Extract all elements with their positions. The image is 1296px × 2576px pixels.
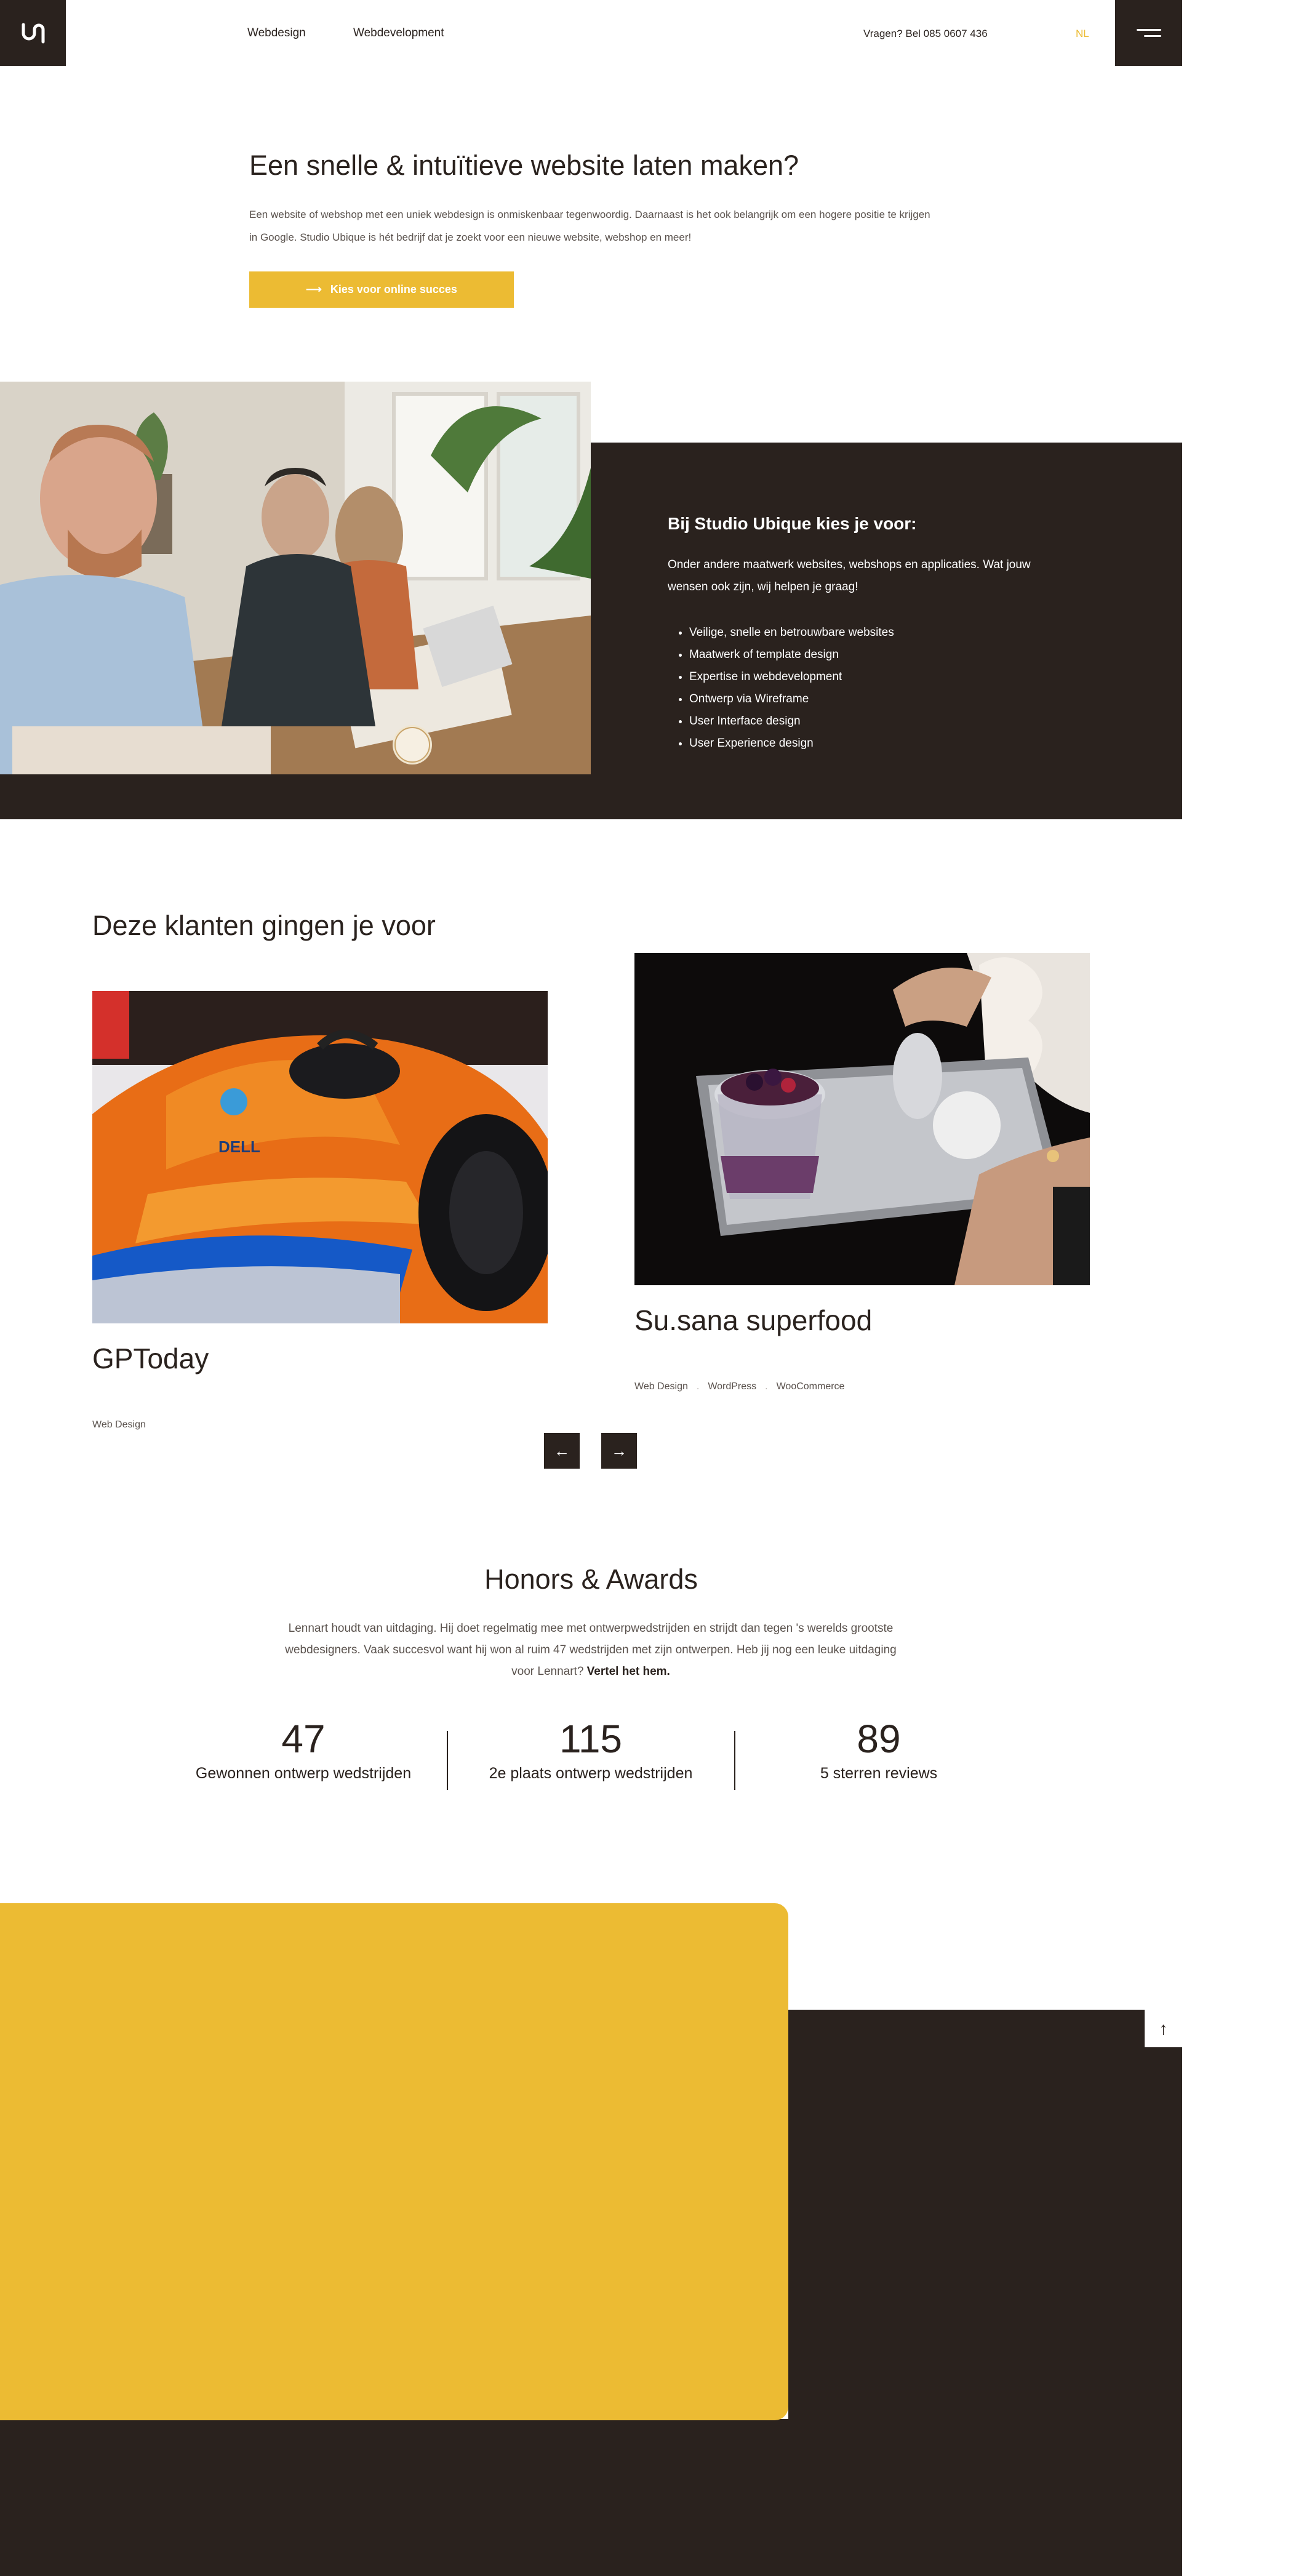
scroll-to-top-button[interactable]: ↑ — [1145, 2010, 1182, 2047]
client-tags-susana: Web Design . WordPress . WooCommerce — [634, 1381, 844, 1392]
team-photo-image — [0, 382, 591, 774]
stat-reviews: 89 5 sterren reviews — [746, 1714, 1011, 1783]
arrow-up-icon: ↑ — [1159, 2018, 1168, 2038]
stat-label: Gewonnen ontwerp wedstrijden — [195, 1765, 412, 1782]
logo[interactable] — [0, 0, 66, 66]
tag-separator: . — [696, 1381, 700, 1392]
service-item: Expertise in webdevelopment — [689, 666, 894, 688]
stat-divider — [447, 1731, 448, 1790]
footer-dark-bottom — [0, 2419, 1182, 2576]
client-name-gptoday[interactable]: GPToday — [92, 1342, 209, 1375]
tag: WordPress — [708, 1381, 757, 1392]
hero-text: Een website of webshop met een uniek web… — [249, 209, 930, 243]
cta-label: Kies voor online succes — [330, 283, 457, 295]
service-item: Veilige, snelle en betrouwbare websites — [689, 622, 894, 644]
stat-label: 2e plaats ontwerp wedstrijden — [489, 1765, 693, 1782]
arrow-right-icon: ⟶ — [306, 283, 322, 295]
stat-wins: 47 Gewonnen ontwerp wedstrijden — [171, 1714, 436, 1783]
studio-ubique-logo-icon — [22, 23, 44, 43]
nav-webdesign[interactable]: Webdesign — [247, 26, 306, 40]
carousel-prev-button[interactable]: ← — [544, 1433, 580, 1469]
services-text: Onder andere maatwerk websites, webshops… — [668, 558, 1031, 593]
client-image-gptoday[interactable]: DELL — [92, 991, 548, 1323]
tag: WooCommerce — [776, 1381, 845, 1392]
cta-button[interactable]: ⟶ Kies voor online succes — [249, 271, 514, 308]
service-item: User Interface design — [689, 710, 894, 732]
tag: Web Design — [92, 1419, 146, 1430]
race-car-image: DELL — [92, 991, 548, 1323]
awards-title: Honors & Awards — [484, 1563, 698, 1595]
stat-second-places: 115 2e plaats ontwerp wedstrijden — [458, 1714, 723, 1783]
arrow-left-icon: ← — [554, 1441, 570, 1460]
menu-button[interactable] — [1115, 0, 1182, 66]
superfood-tray-image — [634, 953, 1090, 1285]
service-item: Maatwerk of template design — [689, 644, 894, 666]
carousel-next-button[interactable]: → — [601, 1433, 637, 1469]
services-list: Veilige, snelle en betrouwbare websites … — [668, 622, 894, 755]
service-item: Ontwerp via Wireframe — [689, 688, 894, 710]
stat-value: 47 — [281, 1717, 326, 1761]
awards-contact-link[interactable]: Vertel het hem. — [587, 1665, 670, 1678]
nav-webdevelopment[interactable]: Webdevelopment — [353, 26, 444, 40]
footer-yellow-card — [0, 1903, 788, 2420]
services-title: Bij Studio Ubique kies je voor: — [668, 514, 917, 533]
client-tags-gptoday: Web Design — [92, 1419, 146, 1430]
hamburger-icon — [1136, 25, 1161, 41]
svg-text:DELL: DELL — [218, 1138, 260, 1156]
stat-label: 5 sterren reviews — [820, 1765, 938, 1782]
tag-separator: . — [765, 1381, 768, 1392]
client-name-susana[interactable]: Su.sana superfood — [634, 1304, 872, 1337]
team-photo — [0, 382, 591, 774]
dark-band — [0, 774, 1182, 819]
stat-divider — [734, 1731, 735, 1790]
clients-title: Deze klanten gingen je voor — [92, 910, 436, 941]
arrow-right-icon: → — [611, 1441, 627, 1460]
phone-contact[interactable]: Vragen? Bel 085 0607 436 — [863, 28, 988, 40]
language-switch[interactable]: NL — [1076, 28, 1089, 40]
stat-value: 115 — [559, 1717, 623, 1761]
stat-value: 89 — [857, 1717, 901, 1761]
tag: Web Design — [634, 1381, 688, 1392]
hero-title: Een snelle & intuïtieve website laten ma… — [249, 150, 799, 181]
awards-text: Lennart houdt van uitdaging. Hij doet re… — [283, 1618, 898, 1682]
service-item: User Experience design — [689, 732, 894, 755]
client-image-susana[interactable] — [634, 953, 1090, 1285]
